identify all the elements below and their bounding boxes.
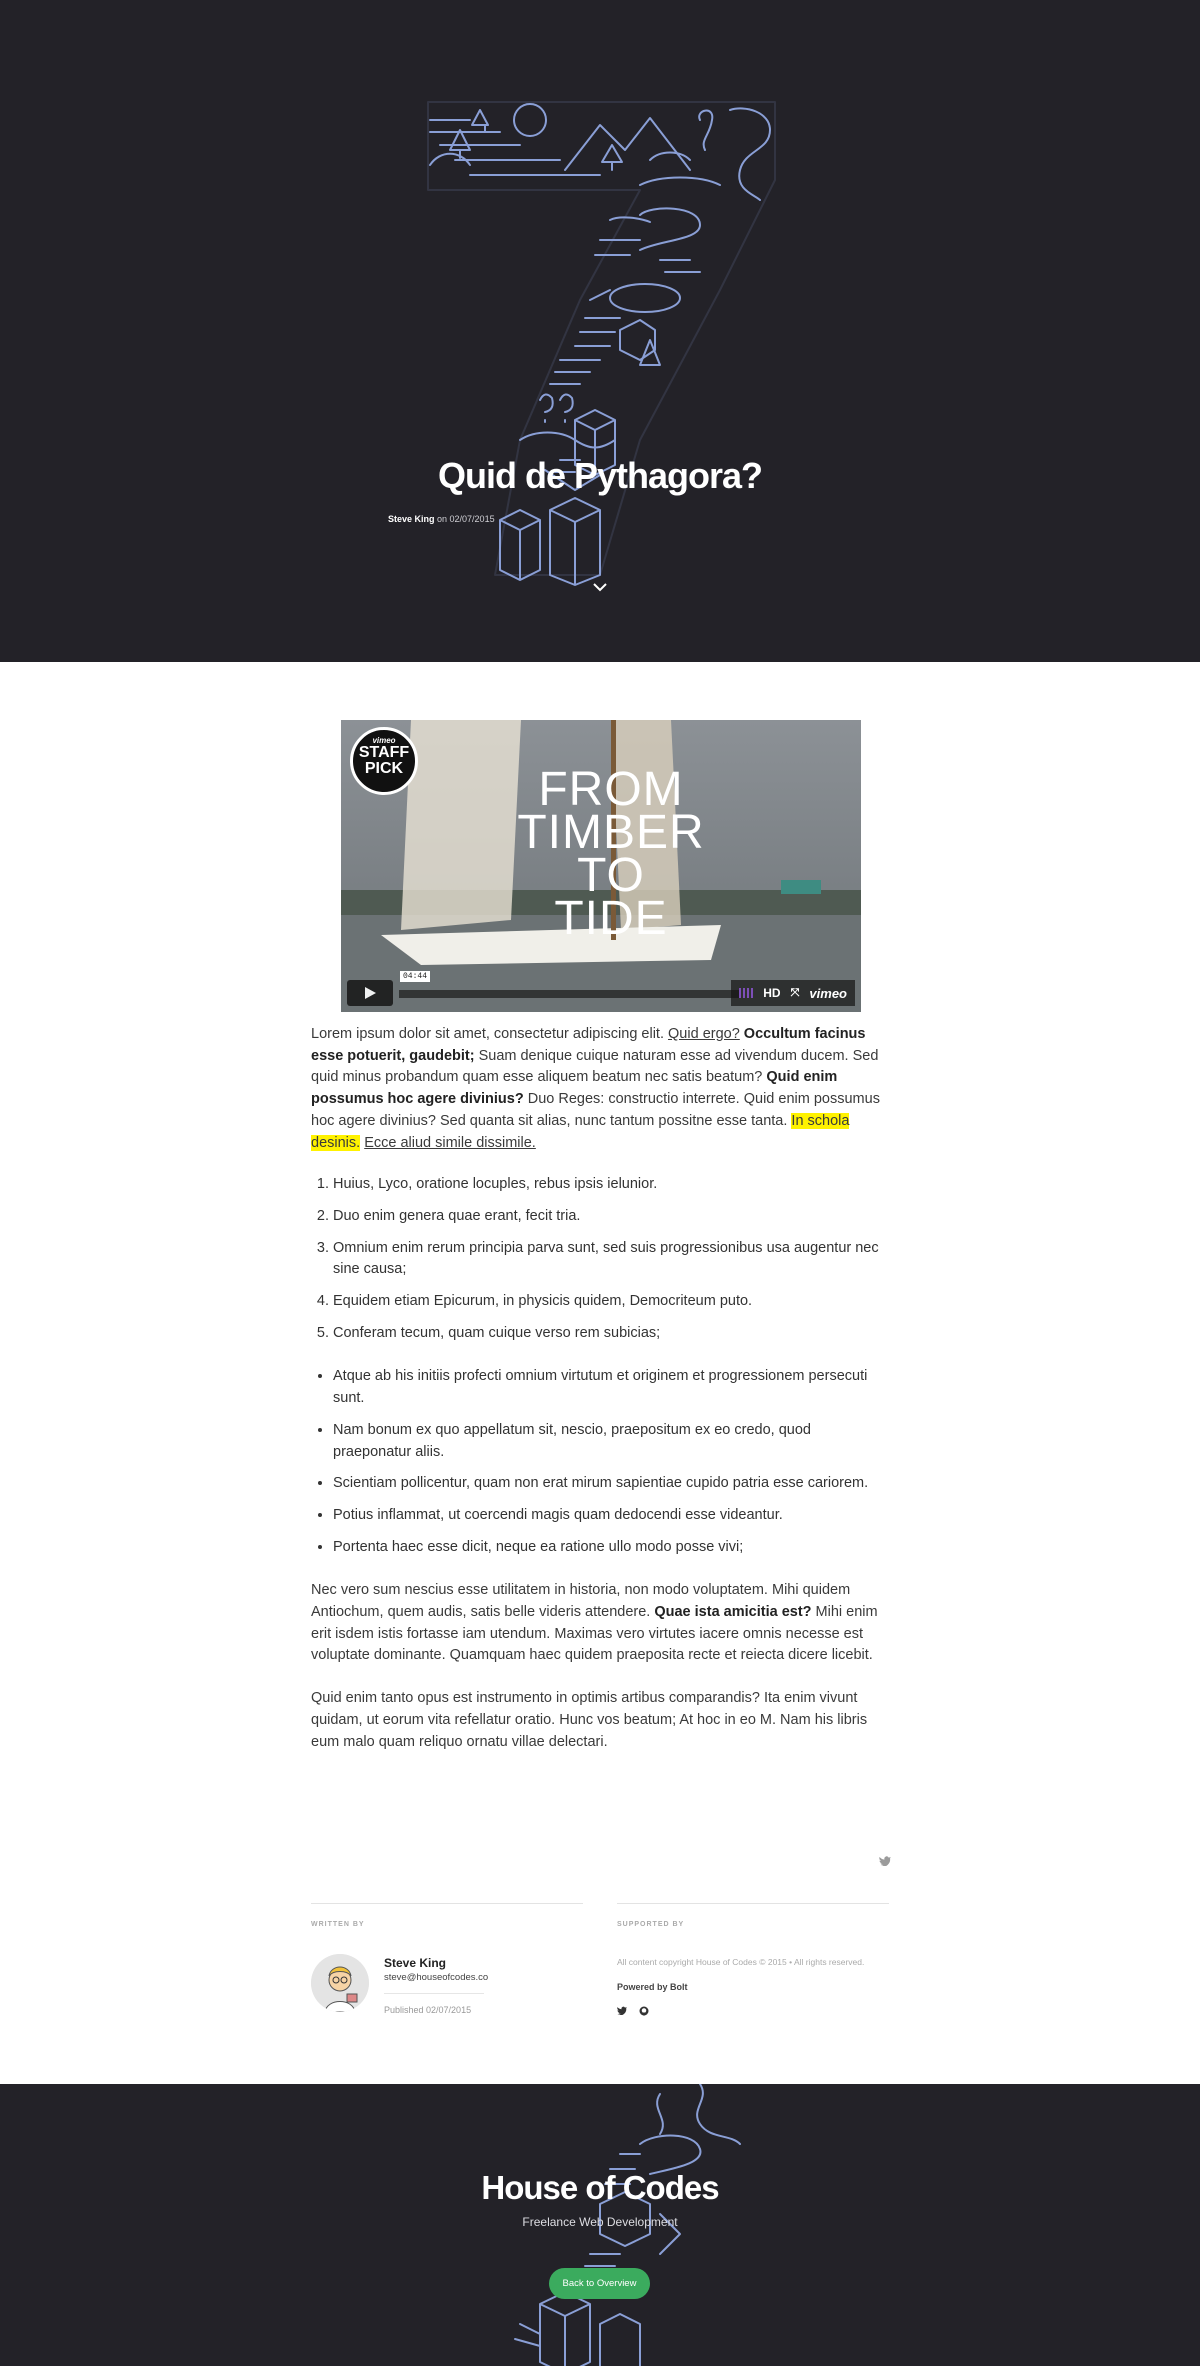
paragraph: Lorem ipsum dolor sit amet, consectetur … xyxy=(311,1024,889,1154)
list-item: Duo enim genera quae erant, fecit tria. xyxy=(333,1206,889,1228)
chevron-down-icon[interactable] xyxy=(591,580,609,594)
play-button[interactable] xyxy=(347,980,393,1006)
site-subtitle: Freelance Web Development xyxy=(522,2215,678,2229)
hd-toggle[interactable]: HD xyxy=(763,986,780,1000)
social-links xyxy=(617,2006,649,2016)
twitter-icon[interactable] xyxy=(617,2006,627,2015)
seven-illustration xyxy=(427,101,776,586)
text: Lorem ipsum dolor sit amet, consectetur … xyxy=(311,1026,669,1042)
author-email[interactable]: steve@houseofcodes.co xyxy=(384,1972,488,1983)
page-title: Quid de Pythagora? xyxy=(437,455,763,496)
post-meta: Steve King on 02/07/2015 xyxy=(388,514,495,524)
paragraph: Nec vero sum nescius esse utilitatem in … xyxy=(311,1580,889,1667)
section-label: WRITTEN BY xyxy=(311,1921,365,1928)
support-box: SUPPORTED BY All content copyright House… xyxy=(617,1903,889,2016)
list-item: Atque ab his initiis profecti omnium vir… xyxy=(333,1366,889,1409)
list-item: Omnium enim rerum principia parva sunt, … xyxy=(333,1238,889,1281)
site-footer: House of Codes Freelance Web Development… xyxy=(0,2084,1200,2366)
github-icon[interactable] xyxy=(639,2006,649,2016)
player-right-controls: HD ⤧ vimeo xyxy=(731,980,855,1006)
vimeo-logo[interactable]: vimeo xyxy=(809,986,847,1001)
hero-header: Quid de Pythagora? Steve King on 02/07/2… xyxy=(0,0,1200,662)
list-item: Conferam tecum, quam cuique verso rem su… xyxy=(333,1323,889,1345)
video-player[interactable]: FROM TIMBER TO TIDE vimeo STAFF PICK 04:… xyxy=(341,720,861,1012)
headline-line: TO xyxy=(577,849,645,902)
date-prefix: on xyxy=(434,514,450,524)
inline-link[interactable]: Quid ergo? xyxy=(668,1026,740,1042)
copyright-text: All content copyright House of Codes © 2… xyxy=(617,1957,865,1967)
back-to-overview-button[interactable]: Back to Overview xyxy=(549,2268,650,2299)
article: FROM TIMBER TO TIDE vimeo STAFF PICK 04:… xyxy=(311,720,891,1866)
twitter-icon[interactable] xyxy=(879,1856,891,1866)
headline-line: FROM xyxy=(538,763,684,816)
post-date: 02/07/2015 xyxy=(449,514,495,524)
headline-line: TIMBER xyxy=(517,806,705,859)
list-item: Scientiam pollicentur, quam non erat mir… xyxy=(333,1473,889,1495)
progress-bar[interactable] xyxy=(399,990,739,998)
author-name: Steve King xyxy=(384,1956,447,1970)
list-item: Potius inflammat, ut coercendi magis qua… xyxy=(333,1505,889,1527)
badge-line: PICK xyxy=(364,760,404,777)
list-item: Portenta haec esse dicit, neque ea ratio… xyxy=(333,1537,889,1559)
list-item: Equidem etiam Epicurum, in physicis quid… xyxy=(333,1291,889,1313)
bold-text: Quae ista amicitia est? xyxy=(654,1604,812,1621)
author-box: WRITTEN BY Steve King steve@houseofcodes… xyxy=(311,1903,583,2015)
article-body: Lorem ipsum dolor sit amet, consectetur … xyxy=(311,1024,889,1753)
ordered-list: Huius, Lyco, oratione locuples, rebus ip… xyxy=(311,1174,889,1344)
headline-line: TIDE xyxy=(554,892,668,945)
powered-by[interactable]: Powered by Bolt xyxy=(617,1982,688,1992)
bullet-list: Atque ab his initiis profecti omnium vir… xyxy=(311,1366,889,1558)
video-headline: FROM TIMBER TO TIDE xyxy=(506,763,716,945)
inline-link[interactable]: Ecce aliud simile dissimile. xyxy=(364,1135,536,1151)
site-title: House of Codes xyxy=(481,2169,719,2206)
volume-icon[interactable] xyxy=(739,988,754,998)
divider xyxy=(384,1993,484,1994)
fullscreen-icon[interactable]: ⤧ xyxy=(791,987,800,1000)
player-controls: 04:44 HD ⤧ vimeo xyxy=(347,971,855,1006)
published-date: Published 02/07/2015 xyxy=(384,2005,472,2015)
section-label: SUPPORTED BY xyxy=(617,1921,685,1928)
list-item: Nam bonum ex quo appellatum sit, nescio,… xyxy=(333,1420,889,1463)
avatar xyxy=(311,1954,369,2012)
list-item: Huius, Lyco, oratione locuples, rebus ip… xyxy=(333,1174,889,1196)
author-name: Steve King xyxy=(388,514,435,524)
badge-line: STAFF xyxy=(358,744,410,761)
paragraph: Quid enim tanto opus est instrumento in … xyxy=(311,1690,868,1750)
staff-pick-badge: vimeo STAFF PICK xyxy=(350,727,418,795)
video-duration: 04:44 xyxy=(400,971,431,982)
